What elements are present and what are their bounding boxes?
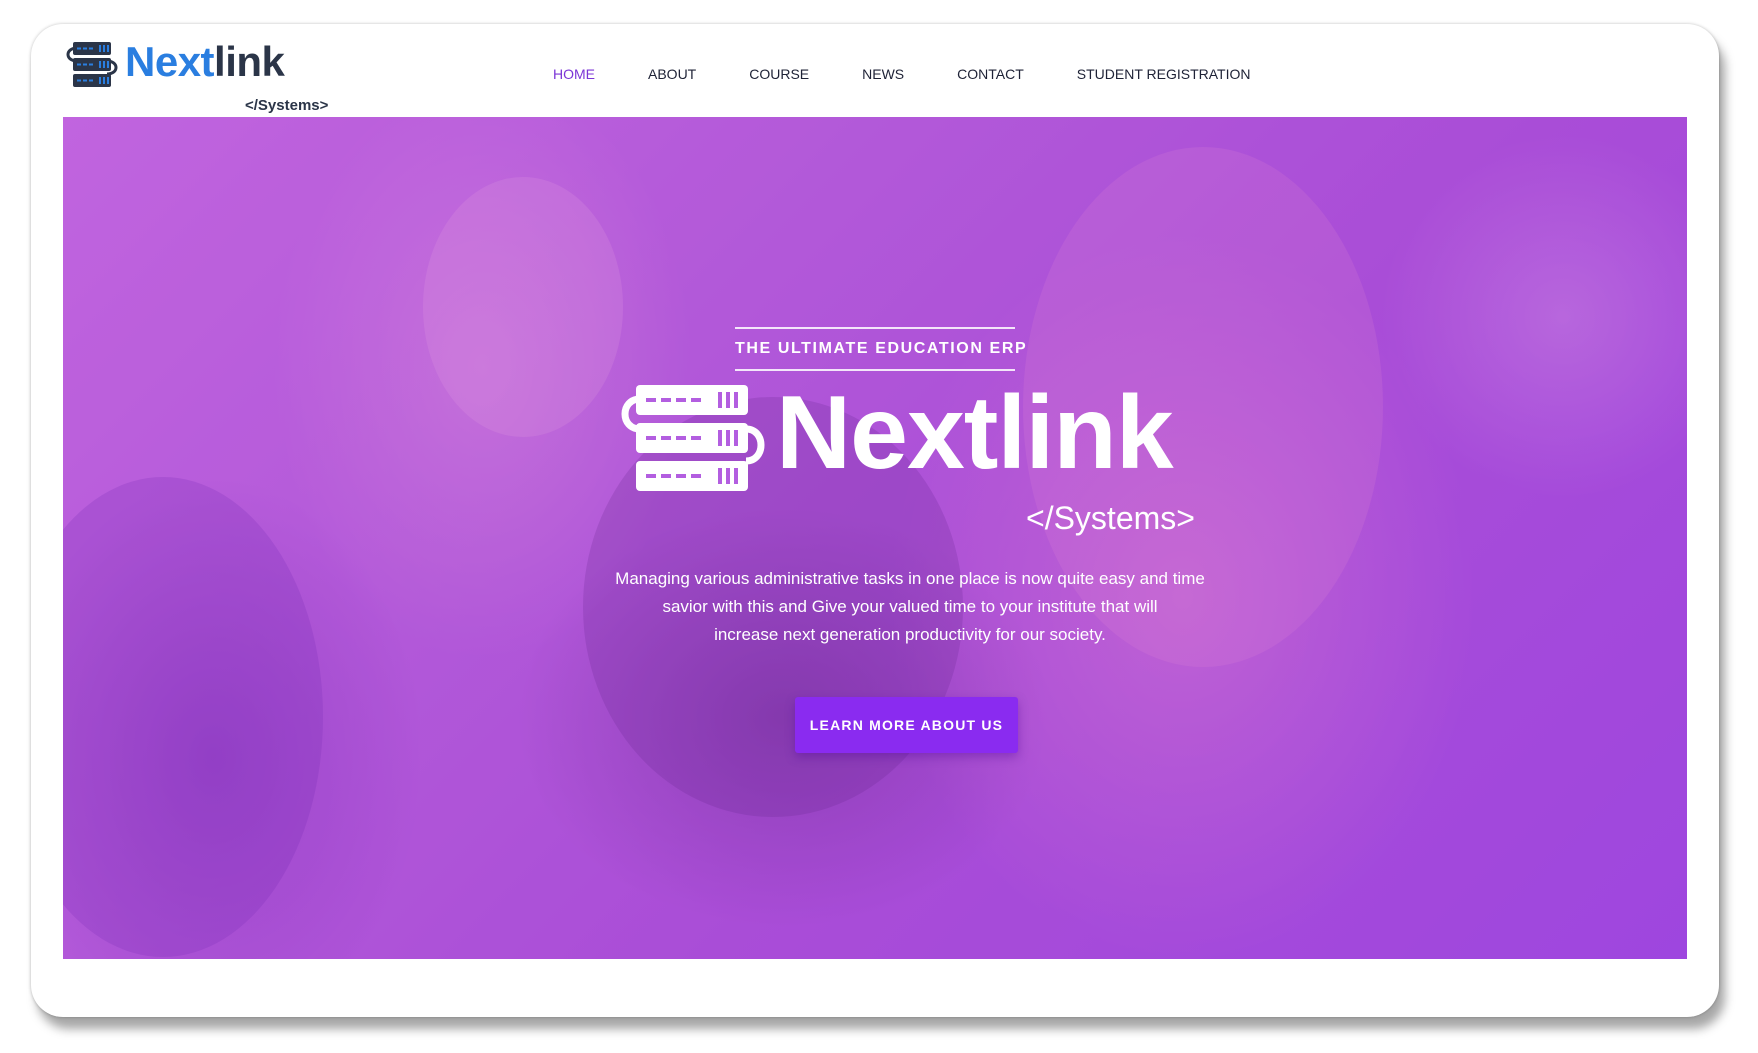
site-logo[interactable]: Nextlink </Systems>: [63, 38, 328, 114]
hero-description-line: savior with this and Give your valued ti…: [662, 597, 1158, 616]
server-stack-icon: [621, 385, 765, 491]
logo-name-part2: link: [214, 38, 285, 85]
nav-contact[interactable]: CONTACT: [957, 62, 1024, 86]
hero-logo-name: Nextlink: [776, 375, 1174, 491]
hero-description-line: Managing various administrative tasks in…: [615, 569, 1205, 588]
learn-more-button[interactable]: LEARN MORE ABOUT US: [795, 697, 1018, 753]
hero-banner: THE ULTIMATE EDUCATION ERP Nextlink </Sy…: [63, 117, 1687, 959]
logo-name: Nextlink: [125, 36, 285, 88]
logo-name-part1: Next: [125, 38, 215, 85]
hero-description-line: increase next generation productivity fo…: [714, 625, 1106, 644]
nav-home[interactable]: HOME: [553, 62, 595, 86]
hero-tagline: THE ULTIMATE EDUCATION ERP: [735, 327, 1026, 371]
hero-logo: Nextlink </Systems>: [618, 375, 1218, 536]
nav-about[interactable]: ABOUT: [648, 62, 696, 86]
hero-color-overlay: [63, 117, 1687, 959]
main-nav: HOME ABOUT COURSE NEWS CONTACT STUDENT R…: [553, 62, 1303, 86]
nav-course[interactable]: COURSE: [749, 62, 809, 86]
nav-student-registration[interactable]: STUDENT REGISTRATION: [1077, 62, 1251, 86]
hero-logo-subtitle: </Systems>: [1026, 500, 1195, 536]
hero-description: Managing various administrative tasks in…: [575, 565, 1245, 649]
logo-subtitle: </Systems>: [245, 97, 329, 114]
nav-news[interactable]: NEWS: [862, 62, 904, 86]
server-stack-icon: [66, 42, 118, 87]
browser-frame: Nextlink </Systems> HOME ABOUT COURSE NE…: [31, 24, 1719, 1017]
